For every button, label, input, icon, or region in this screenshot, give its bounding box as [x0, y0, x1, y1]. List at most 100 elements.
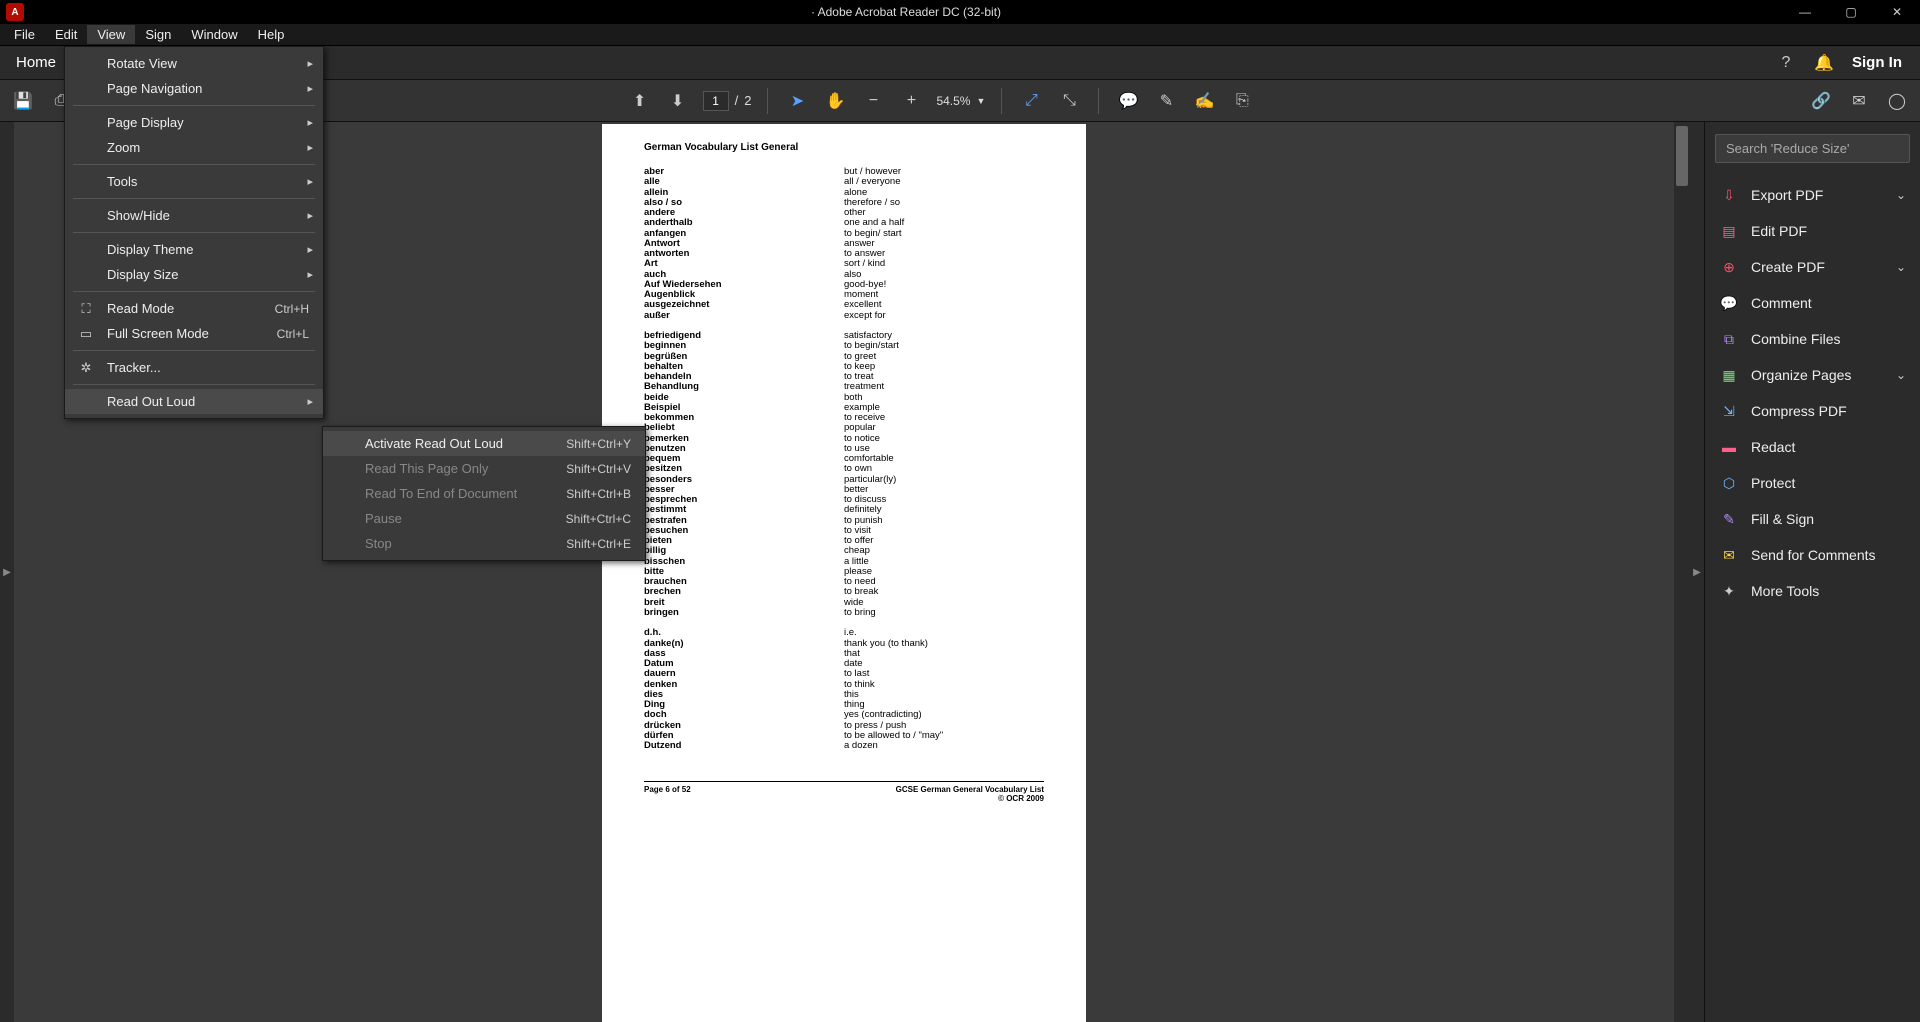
tool-label: Send for Comments — [1751, 547, 1876, 563]
tool-send-for-comments[interactable]: ✉ Send for Comments — [1715, 537, 1910, 573]
page-current-input[interactable] — [703, 91, 729, 111]
vertical-scrollbar[interactable] — [1674, 122, 1690, 1022]
tool-label: Redact — [1751, 439, 1795, 455]
minimize-button[interactable]: ― — [1782, 0, 1828, 24]
view-menu-page-navigation[interactable]: Page Navigation — [65, 76, 323, 101]
view-menu-read-out-loud[interactable]: Read Out Loud — [65, 389, 323, 414]
close-button[interactable]: ✕ — [1874, 0, 1920, 24]
tool-label: Protect — [1751, 475, 1795, 491]
menu-edit[interactable]: Edit — [45, 25, 87, 44]
tool-label: Combine Files — [1751, 331, 1840, 347]
tool-label: Export PDF — [1751, 187, 1823, 203]
view-menu-tools[interactable]: Tools — [65, 169, 323, 194]
tool-icon: ▤ — [1719, 221, 1739, 241]
zoom-out-icon[interactable]: − — [860, 88, 886, 114]
view-menu-display-theme[interactable]: Display Theme — [65, 237, 323, 262]
page-down-icon[interactable]: ⬇ — [665, 88, 691, 114]
maximize-button[interactable]: ▢ — [1828, 0, 1874, 24]
tools-panel: Search 'Reduce Size' ⇩ Export PDF ⌄ ▤Edit P… — [1704, 122, 1920, 1022]
app-icon: A — [6, 3, 24, 21]
titlebar: A · Adobe Acrobat Reader DC (32-bit) ― ▢… — [0, 0, 1920, 24]
tool-label: More Tools — [1751, 583, 1819, 599]
tool-label: Comment — [1751, 295, 1812, 311]
view-menu-display-size[interactable]: Display Size — [65, 262, 323, 287]
view-menu-show-hide[interactable]: Show/Hide — [65, 203, 323, 228]
hand-tool-icon[interactable]: ✋ — [822, 88, 848, 114]
tool-icon: ✦ — [1719, 581, 1739, 601]
tool-icon: ▬ — [1719, 437, 1739, 457]
tool-redact[interactable]: ▬ Redact — [1715, 429, 1910, 465]
page-up-icon[interactable]: ⬆ — [627, 88, 653, 114]
menu-sign[interactable]: Sign — [135, 25, 181, 44]
tool-icon: ✎ — [1719, 509, 1739, 529]
readout-stop: StopShift+Ctrl+E — [323, 531, 645, 556]
email-icon[interactable]: ✉ — [1846, 88, 1872, 114]
tool-protect[interactable]: ⬡ Protect — [1715, 465, 1910, 501]
stamp-icon[interactable]: ⎘ — [1229, 88, 1255, 114]
menu-window[interactable]: Window — [181, 25, 247, 44]
page-indicator: / 2 — [703, 91, 752, 111]
tool-export-pdf[interactable]: ⇩ Export PDF ⌄ — [1715, 177, 1910, 213]
tool-icon: ⇩ — [1719, 185, 1739, 205]
tool-combine-files[interactable]: ⧉ Combine Files — [1715, 321, 1910, 357]
tool-icon: ✉ — [1719, 545, 1739, 565]
page-sep: / — [735, 93, 739, 108]
menu-file[interactable]: File — [4, 25, 45, 44]
fit-page-icon[interactable]: ⤡ — [1056, 88, 1082, 114]
vocab-english-column: but / howeverall / everyonealonetherefor… — [844, 167, 1044, 751]
right-panel-collapser[interactable]: ▶ — [1690, 122, 1704, 1022]
tool-icon: ⧉ — [1719, 329, 1739, 349]
pdf-page: German Vocabulary List General aberallea… — [602, 124, 1086, 1022]
view-menu-rotate-view[interactable]: Rotate View — [65, 51, 323, 76]
vocab-german-column: aberallealleinalso / soandereanderthalba… — [644, 167, 844, 751]
page-total: 2 — [744, 93, 751, 108]
link-icon[interactable]: 🔗 — [1808, 88, 1834, 114]
sign-in-button[interactable]: Sign In — [1852, 54, 1902, 71]
zoom-level[interactable]: 54.5% — [936, 94, 970, 108]
zoom-dropdown-icon[interactable]: ▼ — [976, 96, 985, 106]
readout-activate-read-out-loud[interactable]: Activate Read Out LoudShift+Ctrl+Y — [323, 431, 645, 456]
tool-icon: 💬 — [1719, 293, 1739, 313]
tool-more-tools[interactable]: ✦ More Tools — [1715, 573, 1910, 609]
tool-icon: ⬡ — [1719, 473, 1739, 493]
tool-label: Compress PDF — [1751, 403, 1847, 419]
readout-read-to-end-of-document: Read To End of DocumentShift+Ctrl+B — [323, 481, 645, 506]
sign-icon[interactable]: ✍ — [1191, 88, 1217, 114]
save-icon[interactable]: 💾 — [10, 88, 36, 114]
tool-edit-pdf[interactable]: ▤Edit PDF — [1715, 213, 1910, 249]
highlight-icon[interactable]: ✎ — [1153, 88, 1179, 114]
view-menu-read-mode[interactable]: ⛶Read ModeCtrl+H — [65, 296, 323, 321]
read-out-loud-submenu: Activate Read Out LoudShift+Ctrl+YRead T… — [322, 426, 646, 561]
chevron-down-icon: ⌄ — [1896, 188, 1906, 202]
window-title: · Adobe Acrobat Reader DC (32-bit) — [30, 5, 1782, 19]
tool-create-pdf[interactable]: ⊕Create PDF⌄ — [1715, 249, 1910, 285]
select-tool-icon[interactable]: ➤ — [784, 88, 810, 114]
view-menu-dropdown: Rotate ViewPage Navigation Page DisplayZo… — [64, 46, 324, 419]
footer-right1: GCSE German General Vocabulary List — [896, 785, 1044, 794]
tool-comment[interactable]: 💬 Comment — [1715, 285, 1910, 321]
home-tab[interactable]: Home — [0, 46, 72, 79]
scrollbar-thumb[interactable] — [1676, 126, 1688, 186]
view-menu-full-screen-mode[interactable]: ▭Full Screen ModeCtrl+L — [65, 321, 323, 346]
tool-organize-pages[interactable]: ▦Organize Pages⌄ — [1715, 357, 1910, 393]
view-menu-zoom[interactable]: Zoom — [65, 135, 323, 160]
help-icon[interactable]: ? — [1776, 53, 1796, 73]
tool-compress-pdf[interactable]: ⇲Compress PDF — [1715, 393, 1910, 429]
left-panel-expander[interactable]: ▶ — [0, 122, 14, 1022]
menu-help[interactable]: Help — [248, 25, 295, 44]
readout-read-this-page-only: Read This Page OnlyShift+Ctrl+V — [323, 456, 645, 481]
footer-right2: © OCR 2009 — [998, 794, 1044, 803]
account-icon[interactable]: ◯ — [1884, 88, 1910, 114]
chevron-down-icon: ⌄ — [1896, 260, 1906, 274]
tools-search-input[interactable]: Search 'Reduce Size' — [1715, 134, 1910, 163]
view-menu-tracker-[interactable]: ✲Tracker... — [65, 355, 323, 380]
zoom-in-icon[interactable]: + — [898, 88, 924, 114]
comment-icon[interactable]: 💬 — [1115, 88, 1141, 114]
view-menu-page-display[interactable]: Page Display — [65, 110, 323, 135]
menu-view[interactable]: View — [87, 25, 135, 44]
tool-fill-sign[interactable]: ✎ Fill & Sign — [1715, 501, 1910, 537]
fit-width-icon[interactable]: ⤢ — [1018, 88, 1044, 114]
footer-left: Page 6 of 52 — [644, 785, 691, 803]
bell-icon[interactable]: 🔔 — [1814, 53, 1834, 73]
tool-label: Fill & Sign — [1751, 511, 1814, 527]
